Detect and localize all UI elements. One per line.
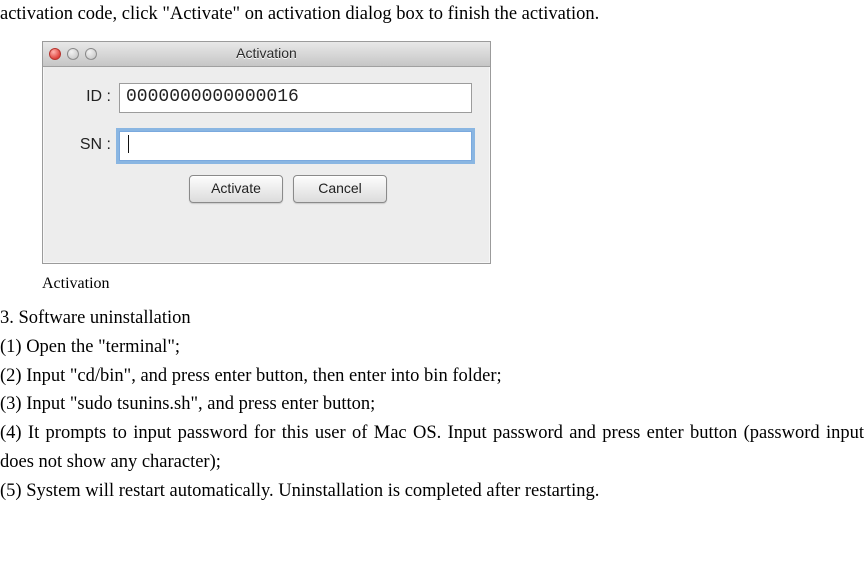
- dialog-body: ID : 0000000000000016 SN : Activate Canc…: [43, 67, 490, 263]
- dialog-button-row: Activate Cancel: [189, 175, 472, 203]
- activation-dialog-figure: Activation ID : 0000000000000016 SN : Ac…: [42, 41, 864, 264]
- section-heading: 3. Software uninstallation: [0, 304, 864, 333]
- window-controls: [49, 48, 97, 60]
- activate-button[interactable]: Activate: [189, 175, 283, 203]
- sn-label: SN :: [61, 133, 119, 158]
- id-field[interactable]: 0000000000000016: [119, 83, 472, 113]
- cancel-button[interactable]: Cancel: [293, 175, 387, 203]
- figure-caption: Activation: [42, 272, 864, 297]
- window-title: Activation: [43, 43, 490, 65]
- sn-field[interactable]: [119, 131, 472, 161]
- lead-paragraph: activation code, click "Activate" on act…: [0, 0, 864, 29]
- uninstall-step: (3) Input "sudo tsunins.sh", and press e…: [0, 390, 864, 419]
- close-icon[interactable]: [49, 48, 61, 60]
- zoom-icon[interactable]: [85, 48, 97, 60]
- uninstall-step: (1) Open the "terminal";: [0, 333, 864, 362]
- sn-row: SN :: [61, 131, 472, 161]
- uninstall-step: (2) Input "cd/bin", and press enter butt…: [0, 362, 864, 391]
- minimize-icon[interactable]: [67, 48, 79, 60]
- id-row: ID : 0000000000000016: [61, 83, 472, 113]
- uninstall-step: (4) It prompts to input password for thi…: [0, 419, 864, 476]
- id-label: ID :: [61, 85, 119, 110]
- window-titlebar: Activation: [43, 42, 490, 67]
- text-caret: [128, 135, 129, 153]
- uninstall-step: (5) System will restart automatically. U…: [0, 477, 864, 506]
- activation-dialog-window: Activation ID : 0000000000000016 SN : Ac…: [42, 41, 491, 264]
